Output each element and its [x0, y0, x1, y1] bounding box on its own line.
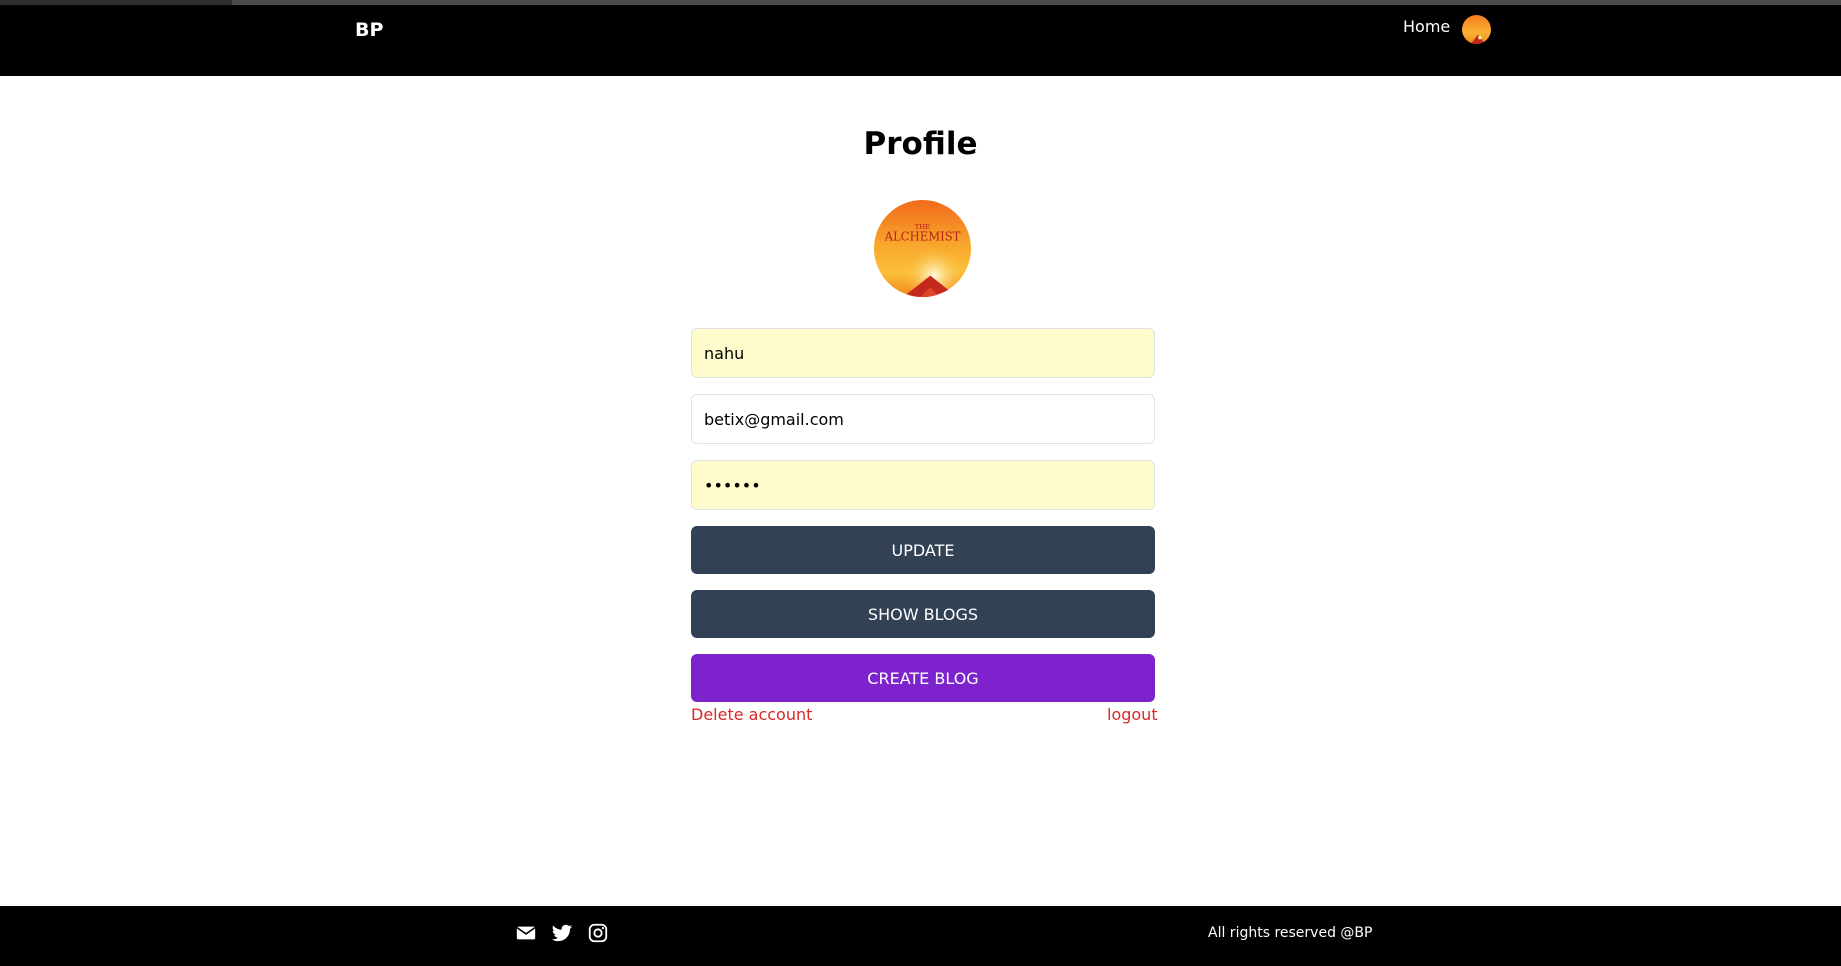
instagram-icon[interactable] — [587, 922, 609, 944]
email-input[interactable] — [691, 394, 1155, 444]
copyright-text: All rights reserved @BP — [1208, 925, 1373, 941]
alchemist-cover-icon: THE ALCHEMIST — [874, 200, 971, 297]
show-blogs-button[interactable]: SHOW BLOGS — [691, 590, 1155, 638]
nav-avatar[interactable] — [1462, 15, 1491, 44]
nav-home-link[interactable]: Home — [1403, 17, 1450, 36]
update-button[interactable]: UPDATE — [691, 526, 1155, 574]
brand-logo[interactable]: BP — [355, 19, 383, 41]
navbar: BP Home — [0, 5, 1841, 76]
page-title: Profile — [863, 126, 978, 162]
username-input[interactable] — [691, 328, 1155, 378]
profile-avatar[interactable]: THE ALCHEMIST — [874, 200, 971, 297]
delete-account-link[interactable]: Delete account — [691, 705, 812, 724]
password-input[interactable] — [691, 460, 1155, 510]
envelope-icon[interactable] — [515, 922, 537, 944]
svg-text:ALCHEMIST: ALCHEMIST — [884, 230, 961, 244]
twitter-icon[interactable] — [551, 922, 573, 944]
profile-page: Profile THE ALCHEMIST nahu betix@gmail.c… — [0, 76, 1841, 906]
create-blog-button[interactable]: CREATE BLOG — [691, 654, 1155, 702]
footer: All rights reserved @BP — [0, 906, 1841, 966]
avatar-image-icon — [1462, 15, 1491, 44]
logout-link[interactable]: logout — [1107, 705, 1158, 724]
